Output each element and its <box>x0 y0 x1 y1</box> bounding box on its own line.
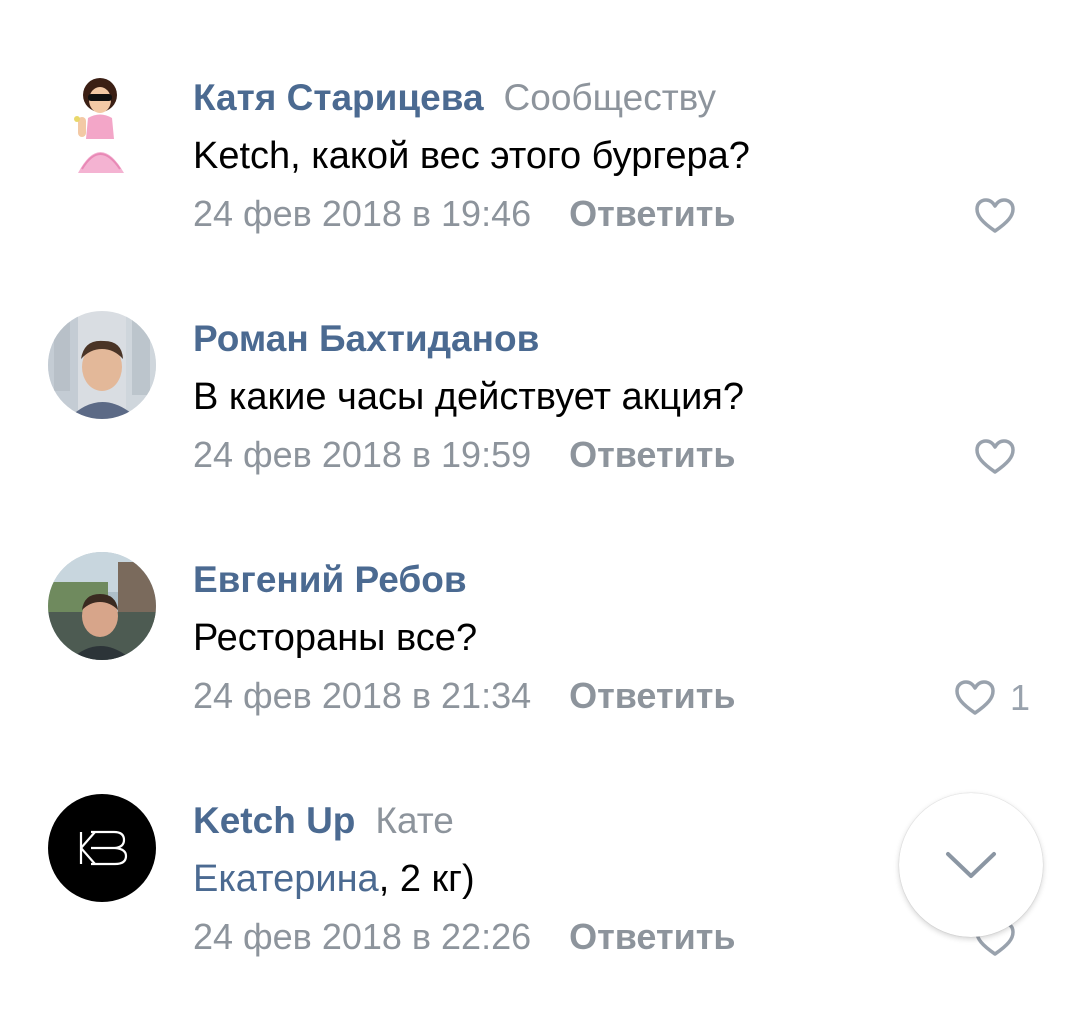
reply-button[interactable]: Ответить <box>569 434 735 475</box>
comment-meta: 24 фев 2018 в 22:26 Ответить <box>193 912 735 962</box>
heart-icon <box>955 680 995 715</box>
comment-text-body: , 2 кг) <box>378 858 475 900</box>
avatar[interactable] <box>48 552 156 660</box>
author-name[interactable]: Катя Старицева <box>193 77 484 118</box>
chevron-down-icon <box>946 852 996 878</box>
scroll-down-button[interactable] <box>899 793 1043 937</box>
like-count: 1 <box>1009 677 1030 718</box>
comment-date: 24 фев 2018 в 19:59 <box>193 434 532 475</box>
user-photo-avatar-icon <box>48 311 156 419</box>
comment-text: В какие часы действует акция? <box>193 376 744 418</box>
avatar[interactable] <box>48 311 156 419</box>
reply-to-label[interactable]: Сообществу <box>504 77 716 118</box>
comment-item: Евгений Ребов Рестораны все? 24 фев 2018… <box>0 552 1080 795</box>
cartoon-girl-avatar-icon <box>48 73 156 181</box>
comment-text: Рестораны все? <box>193 617 478 659</box>
comment-meta: 24 фев 2018 в 21:34 Ответить <box>193 671 735 721</box>
like-button[interactable]: 1 <box>954 673 1030 723</box>
like-button[interactable] <box>974 432 1030 482</box>
comment-header: Катя Старицева Сообществу <box>193 73 716 123</box>
comment-header: Ketch Up Кате <box>193 796 454 846</box>
comment-header: Евгений Ребов <box>193 555 467 605</box>
like-button[interactable] <box>974 191 1030 241</box>
avatar[interactable] <box>48 73 156 181</box>
comment-date: 24 фев 2018 в 22:26 <box>193 916 532 957</box>
comment-text: Ketch, какой вес этого бургера? <box>193 135 750 177</box>
comment-date: 24 фев 2018 в 21:34 <box>193 675 532 716</box>
reply-button[interactable]: Ответить <box>569 675 735 716</box>
comment-meta: 24 фев 2018 в 19:46 Ответить <box>193 189 735 239</box>
comment-item: Роман Бахтиданов В какие часы действует … <box>0 311 1080 554</box>
avatar[interactable] <box>48 794 156 902</box>
comment-item: Катя Старицева Сообществу Ketch, какой ве… <box>0 73 1080 313</box>
comment-meta: 24 фев 2018 в 19:59 Ответить <box>193 430 735 480</box>
reply-to-label[interactable]: Кате <box>375 800 453 841</box>
comment-date: 24 фев 2018 в 19:46 <box>193 193 532 234</box>
mention-link[interactable]: Екатерина <box>193 858 379 900</box>
author-name[interactable]: Евгений Ребов <box>193 559 467 600</box>
author-name[interactable]: Ketch Up <box>193 800 355 841</box>
comment-header: Роман Бахтиданов <box>193 314 539 364</box>
heart-icon <box>975 439 1015 474</box>
user-photo-avatar-icon <box>48 552 156 660</box>
author-name[interactable]: Роман Бахтиданов <box>193 318 539 359</box>
comment-text: Екатерина, 2 кг) <box>193 854 475 904</box>
reply-button[interactable]: Ответить <box>569 916 735 957</box>
ketchup-logo-icon <box>48 794 156 902</box>
reply-button[interactable]: Ответить <box>569 193 735 234</box>
heart-icon <box>975 198 1015 233</box>
